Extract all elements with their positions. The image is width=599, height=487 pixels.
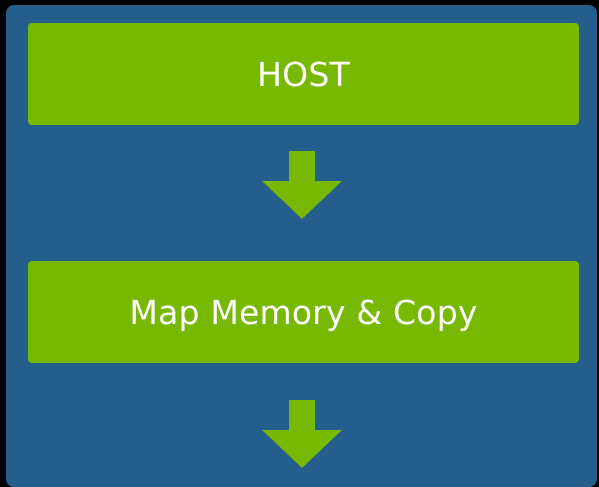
arrow-down-icon xyxy=(262,151,342,219)
map-memory-copy-box: Map Memory & Copy xyxy=(28,261,579,363)
diagram-panel: HOST Map Memory & Copy xyxy=(6,5,597,487)
host-label: HOST xyxy=(257,54,350,94)
map-memory-copy-label: Map Memory & Copy xyxy=(129,292,478,332)
arrow-down-icon xyxy=(262,400,342,468)
host-box: HOST xyxy=(28,23,579,125)
